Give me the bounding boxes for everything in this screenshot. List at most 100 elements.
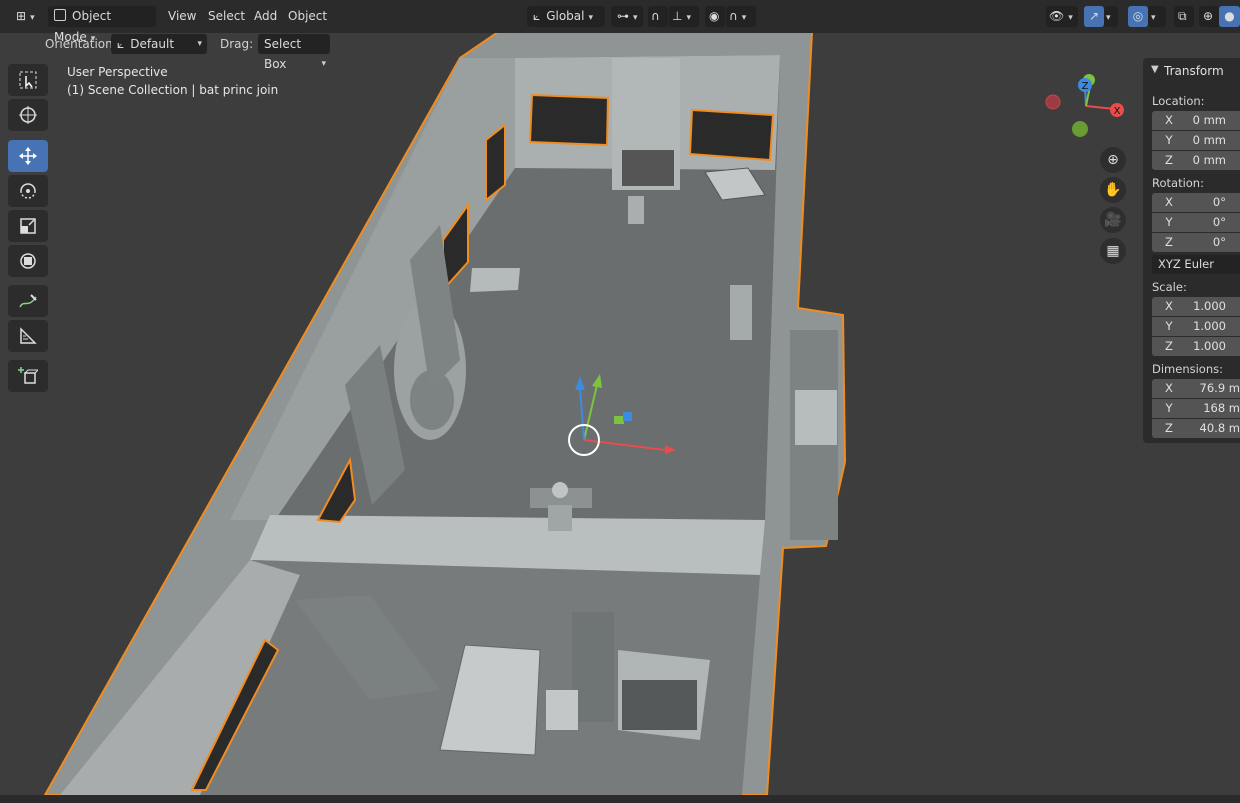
transform-orientation-label: Global bbox=[546, 9, 585, 23]
orientation-dropdown[interactable]: ⟀ Default ▾ bbox=[111, 34, 207, 54]
pivot-icon: ⊶ bbox=[617, 9, 629, 23]
scale-x-field[interactable]: X 1.000 bbox=[1152, 297, 1240, 316]
tool-transform[interactable] bbox=[8, 245, 48, 277]
orientation-value: Default bbox=[130, 37, 175, 51]
tool-rotate[interactable] bbox=[8, 175, 48, 207]
falloff-dropdown[interactable]: ∩ ▾ bbox=[726, 6, 756, 27]
transform-orientation-dropdown[interactable]: ⟀ Global ▾ bbox=[527, 6, 605, 27]
scale-label: Scale: bbox=[1152, 280, 1187, 294]
gizmo-arrow-icon: ↗ bbox=[1088, 9, 1100, 23]
dimensions-y-field[interactable]: Y 168 m bbox=[1152, 399, 1240, 418]
rotation-label: Rotation: bbox=[1152, 176, 1204, 190]
camera-view-button[interactable]: 🎥 bbox=[1100, 207, 1126, 233]
overlay-dropdown[interactable]: ▾ bbox=[1148, 6, 1166, 27]
gizmo-neg-y-dot[interactable] bbox=[1072, 121, 1088, 137]
field-value: 168 m bbox=[1203, 401, 1240, 415]
tool-measure[interactable] bbox=[8, 320, 48, 352]
field-value: 0 mm bbox=[1192, 153, 1226, 167]
tool-scale[interactable] bbox=[8, 210, 48, 242]
rotation-x-field[interactable]: X 0° bbox=[1152, 193, 1240, 212]
falloff-curve-icon: ∩ bbox=[729, 9, 738, 23]
gizmo-toggle[interactable]: ↗ bbox=[1084, 6, 1104, 27]
gizmo-dropdown[interactable]: ▾ bbox=[1104, 6, 1118, 27]
scale-y-field[interactable]: Y 1.000 bbox=[1152, 317, 1240, 336]
field-value: 1.000 bbox=[1193, 319, 1226, 333]
menu-object[interactable]: Object bbox=[282, 6, 333, 27]
hand-icon: ✋ bbox=[1104, 182, 1122, 198]
overlay-circles-icon: ◎ bbox=[1132, 9, 1144, 23]
field-value: 40.8 m bbox=[1199, 421, 1240, 435]
overlay-toggle[interactable]: ◎ bbox=[1128, 6, 1148, 27]
small-table-left bbox=[470, 268, 520, 292]
status-bar bbox=[0, 795, 1240, 803]
pivot-point-dropdown[interactable]: ⊶ ▾ bbox=[611, 6, 643, 27]
annotate-icon bbox=[19, 294, 37, 308]
drag-label: Drag: bbox=[220, 37, 254, 51]
tool-annotate[interactable] bbox=[8, 285, 48, 317]
add-cube-icon bbox=[18, 367, 38, 384]
rotate-icon bbox=[20, 183, 36, 199]
field-value: 76.9 m bbox=[1199, 381, 1240, 395]
orientation-axes-icon: ⟀ bbox=[117, 37, 125, 51]
field-value: 1.000 bbox=[1193, 339, 1226, 353]
perspective-toggle-button[interactable]: ▦ bbox=[1100, 238, 1126, 264]
field-value: 0 mm bbox=[1192, 133, 1226, 147]
perspective-label: User Perspective bbox=[67, 65, 168, 79]
gizmo-neg-x-dot[interactable] bbox=[1045, 94, 1061, 110]
tool-move[interactable] bbox=[8, 140, 48, 172]
navigation-gizmo[interactable]: Z X bbox=[1040, 70, 1130, 145]
window-back-right bbox=[688, 108, 775, 162]
menu-view[interactable]: View bbox=[162, 6, 202, 27]
tool-add-cube[interactable] bbox=[8, 360, 48, 392]
xray-toggle[interactable]: ⧉ bbox=[1174, 6, 1194, 27]
shading-wireframe-button[interactable]: ⊕ bbox=[1199, 6, 1219, 27]
chair-upper bbox=[628, 196, 644, 224]
menu-add[interactable]: Add bbox=[248, 6, 283, 27]
dimensions-z-field[interactable]: Z 40.8 m bbox=[1152, 419, 1240, 438]
location-label: Location: bbox=[1152, 94, 1205, 108]
rotation-mode-dropdown[interactable]: XYZ Euler bbox=[1152, 255, 1240, 274]
tool-select-box[interactable] bbox=[8, 64, 48, 96]
gizmo-z-label: Z bbox=[1082, 81, 1089, 92]
snap-toggle[interactable]: ∩ bbox=[648, 6, 668, 27]
rotation-y-field[interactable]: Y 0° bbox=[1152, 213, 1240, 232]
cabinet-right bbox=[730, 285, 752, 340]
rotation-z-field[interactable]: Z 0° bbox=[1152, 233, 1240, 252]
transform-icon bbox=[20, 253, 36, 269]
menu-select[interactable]: Select bbox=[202, 6, 251, 27]
object-mode-icon bbox=[54, 9, 66, 21]
nightstand-lower bbox=[546, 690, 578, 730]
snap-target-dropdown[interactable]: ⊥ ▾ bbox=[669, 6, 699, 27]
dimensions-x-field[interactable]: X 76.9 m bbox=[1152, 379, 1240, 398]
camera-icon: 🎥 bbox=[1104, 212, 1122, 228]
visibility-dropdown[interactable]: 👁 ▾ bbox=[1046, 6, 1078, 27]
location-x-field[interactable]: X0 mm bbox=[1152, 111, 1240, 130]
shading-solid-button[interactable]: ● bbox=[1219, 6, 1240, 27]
location-z-field[interactable]: Z0 mm bbox=[1152, 151, 1240, 170]
field-value: 1.000 bbox=[1193, 299, 1226, 313]
snap-magnet-icon: ∩ bbox=[651, 9, 660, 23]
eye-icon: 👁 bbox=[1049, 9, 1065, 23]
drag-dropdown[interactable]: Select Box ▾ bbox=[258, 34, 330, 71]
scale-z-field[interactable]: Z 1.000 bbox=[1152, 337, 1240, 356]
collapse-chevron-icon[interactable]: ▼ bbox=[1151, 64, 1159, 75]
move-icon bbox=[19, 147, 37, 165]
editor-type-button[interactable]: ⊞ ▾ bbox=[10, 6, 42, 27]
mode-dropdown[interactable]: Object Mode ▾ bbox=[48, 6, 156, 44]
measure-icon bbox=[20, 327, 37, 344]
pan-button[interactable]: ✋ bbox=[1100, 177, 1126, 203]
zoom-button[interactable]: ⊕ bbox=[1100, 147, 1126, 173]
proportional-edit-toggle[interactable]: ◉ bbox=[705, 6, 725, 27]
grid-perspective-icon: ▦ bbox=[1106, 243, 1120, 259]
location-y-field[interactable]: Y0 mm bbox=[1152, 131, 1240, 150]
snap-increment-icon: ⊥ bbox=[672, 9, 683, 23]
field-value: 0° bbox=[1212, 195, 1226, 209]
gizmo-x-label: X bbox=[1114, 106, 1121, 117]
field-value: 0 mm bbox=[1192, 113, 1226, 127]
field-value: 0° bbox=[1212, 235, 1226, 249]
cursor-icon bbox=[19, 106, 37, 124]
proportional-icon: ◉ bbox=[709, 9, 720, 23]
dimensions-label: Dimensions: bbox=[1152, 362, 1223, 376]
tool-cursor[interactable] bbox=[8, 99, 48, 131]
collection-label: (1) Scene Collection | bat princ join bbox=[67, 83, 279, 97]
